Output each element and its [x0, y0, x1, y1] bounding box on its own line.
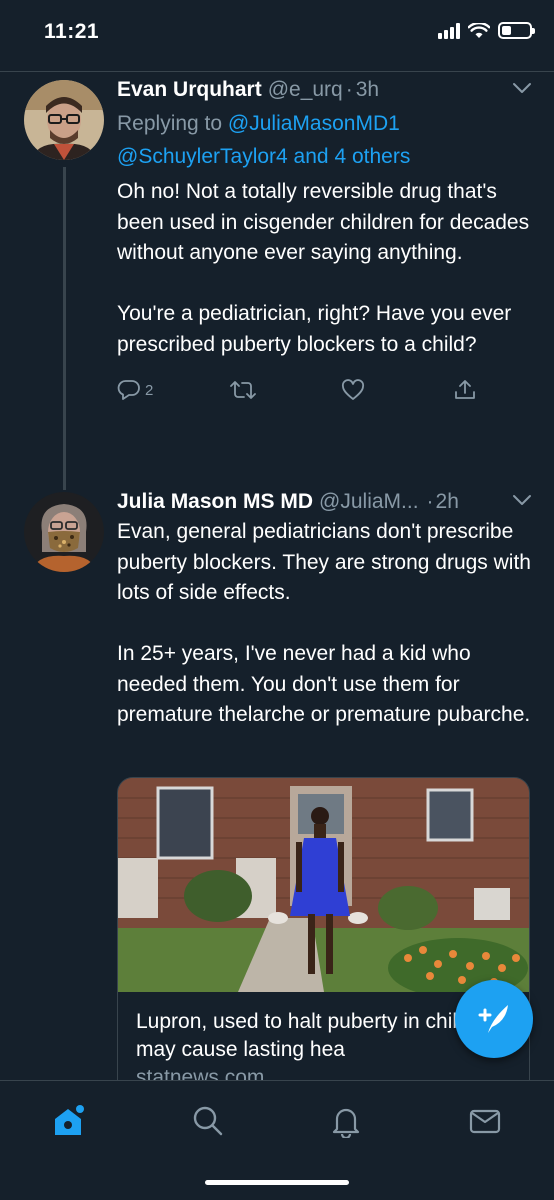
tab-home[interactable] [48, 1101, 88, 1141]
author-handle[interactable]: @JuliaM... [319, 489, 419, 515]
tweet-time: 2h [435, 490, 459, 513]
avatar[interactable] [24, 492, 104, 572]
mail-icon [469, 1109, 501, 1134]
tweet-header: Julia Mason MS MD @JuliaM... · 2h [117, 489, 532, 515]
tweet-text: Evan, general pediatricians don't prescr… [117, 520, 531, 726]
link-card[interactable]: Lupron, used to halt puberty in children… [117, 777, 530, 1097]
tab-notifications[interactable] [326, 1101, 366, 1141]
tweet-julia[interactable]: Julia Mason MS MD @JuliaM... · 2h Evan, … [0, 0, 554, 1097]
author-name[interactable]: Julia Mason MS MD [117, 489, 313, 515]
home-icon [55, 1105, 84, 1135]
search-icon [193, 1106, 223, 1136]
tweet-body: Julia Mason MS MD @JuliaM... · 2h Evan, … [117, 489, 532, 731]
chevron-down-icon[interactable] [512, 493, 532, 507]
tab-messages[interactable] [465, 1101, 505, 1141]
home-indicator [205, 1180, 349, 1185]
compose-tweet-icon [478, 1005, 508, 1033]
compose-tweet-button[interactable] [455, 980, 533, 1058]
bell-icon [332, 1108, 360, 1138]
card-image [118, 778, 529, 992]
separator-dot: · [426, 490, 434, 513]
tab-search[interactable] [188, 1101, 228, 1141]
